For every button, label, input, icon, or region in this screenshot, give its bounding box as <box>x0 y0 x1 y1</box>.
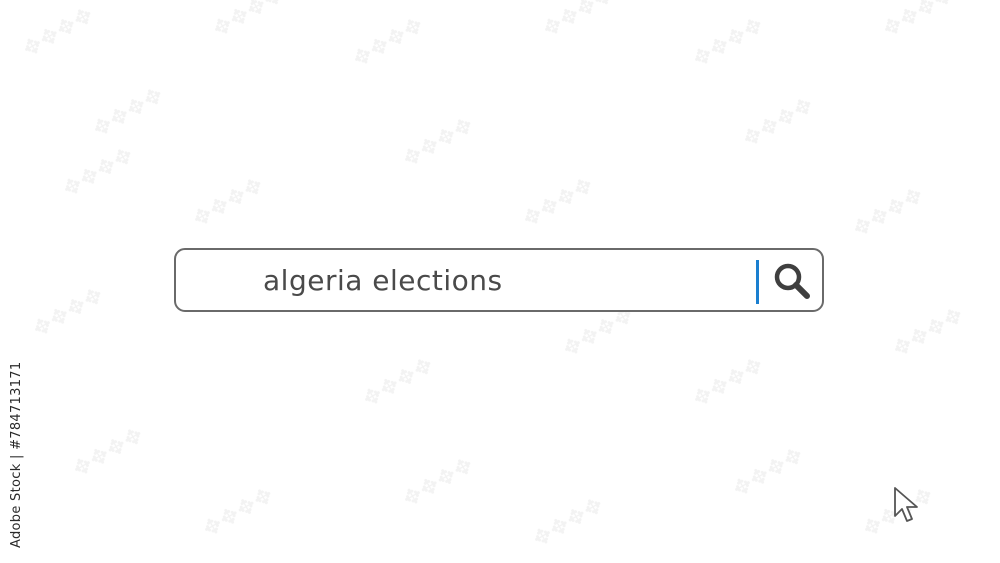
text-caret <box>756 260 759 304</box>
magnifier-icon <box>774 263 810 299</box>
arrow-pointer-icon <box>894 487 918 522</box>
page: ✥✥✥✥ ✥✥✥✥ ✥✥✥✥ ✥✥✥✥ ✥✥✥✥ ✥✥✥✥ ✥✥✥✥ ✥✥✥✥ … <box>0 0 1000 563</box>
search-button[interactable] <box>768 258 816 304</box>
stock-credit: Adobe Stock | #784713171 <box>9 361 24 548</box>
search-input[interactable]: algeria elections <box>263 265 503 297</box>
search-bar[interactable]: algeria elections <box>174 248 824 312</box>
